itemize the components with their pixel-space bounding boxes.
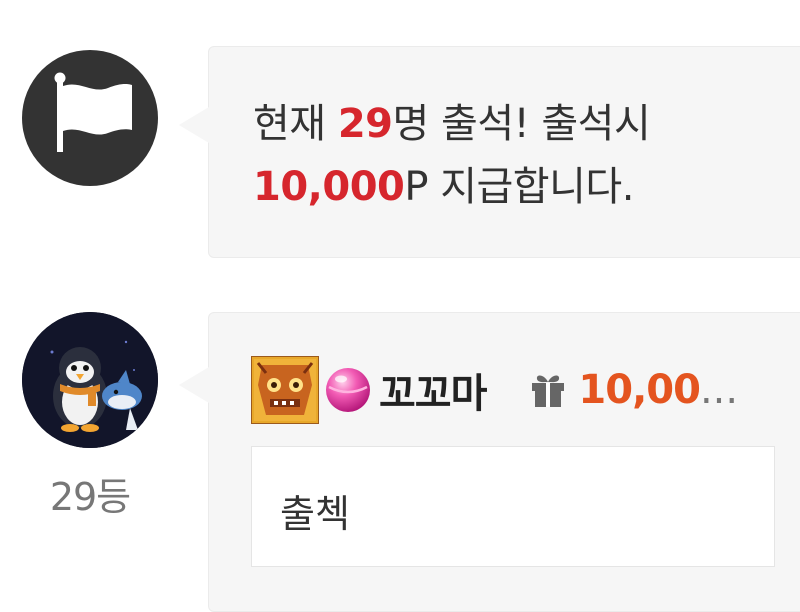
flag-icon bbox=[54, 72, 132, 152]
comment-bubble: 꼬꼬마 10,00... 출첵 bbox=[179, 312, 800, 612]
notice-message: 현재 29명 출석! 출석시 10,000P 지급합니다. bbox=[253, 93, 651, 219]
attendee-count: 29 bbox=[337, 101, 393, 147]
notice-prefix: 현재 bbox=[253, 101, 338, 147]
gift-icon bbox=[532, 375, 565, 407]
comment-text: 출첵 bbox=[280, 492, 350, 536]
nickname[interactable]: 꼬꼬마 bbox=[379, 361, 487, 419]
notice-middle: 명 출석! 출석시 bbox=[392, 101, 651, 147]
gift-points: 10,00 bbox=[578, 367, 701, 413]
notice-flag-avatar bbox=[22, 50, 158, 186]
reward-points: 10,000 bbox=[253, 164, 405, 210]
gift-points-ellipsis: ... bbox=[699, 367, 739, 413]
comment-content-box: 출첵 bbox=[251, 446, 775, 567]
rank-label: 29등 bbox=[49, 475, 131, 519]
level-badge-icon bbox=[251, 356, 319, 424]
notice-bubble: 현재 29명 출석! 출석시 10,000P 지급합니다. bbox=[179, 46, 800, 258]
pink-gem-icon bbox=[326, 368, 370, 412]
comment-user-line: 꼬꼬마 10,00... bbox=[251, 355, 738, 425]
user-avatar[interactable] bbox=[22, 312, 158, 448]
penguin-avatar-icon bbox=[22, 312, 158, 448]
notice-suffix: P 지급합니다. bbox=[404, 164, 634, 210]
